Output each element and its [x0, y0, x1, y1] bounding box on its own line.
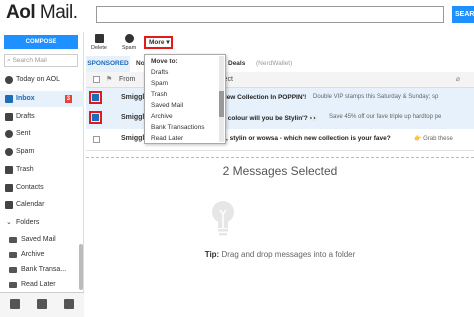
menu-item-read-later[interactable]: Read Later: [151, 135, 183, 142]
message-preview: 👉 Grab these: [414, 136, 453, 142]
menu-item-spam[interactable]: Spam: [151, 80, 168, 87]
contacts-icon: [5, 184, 13, 192]
sidebar-item-spam[interactable]: Spam: [0, 144, 84, 160]
search-input[interactable]: [96, 6, 444, 23]
message-subject: h colour will you be Stylin'? 👀: [222, 115, 318, 122]
aol-mail-logo[interactable]: Aol Mail.: [6, 2, 78, 24]
drafts-icon: [5, 113, 13, 121]
flag-icon[interactable]: ⚑: [106, 75, 112, 83]
inbox-icon: [5, 95, 13, 103]
unread-badge: 3: [64, 95, 72, 103]
menu-item-drafts[interactable]: Drafts: [151, 69, 168, 76]
aol-icon: [5, 76, 13, 84]
tab-nerdwallet[interactable]: (NerdWallet): [256, 56, 292, 72]
sidebar-item-calendar[interactable]: Calendar: [0, 197, 84, 213]
tip-text: Tip: Drag and drop messages into a folde…: [204, 250, 356, 259]
calendar-icon: [5, 201, 13, 209]
sidebar-item-saved-mail[interactable]: Saved Mail: [0, 232, 84, 248]
menu-scrollbar-thumb[interactable]: [219, 91, 224, 117]
attachment-icon: ⌀: [455, 76, 460, 83]
message-preview: Double VIP stamps this Saturday & Sunday…: [313, 94, 439, 100]
calendar-icon[interactable]: [37, 299, 47, 309]
folder-icon: [9, 267, 17, 273]
sidebar-item-read-later[interactable]: Read Later: [0, 277, 84, 293]
folder-icon: [9, 237, 17, 243]
trash-icon: [5, 166, 13, 174]
spam-button[interactable]: Spam: [118, 34, 140, 51]
tab-sponsored[interactable]: SPONSORED: [86, 56, 130, 72]
select-all-checkbox[interactable]: [93, 76, 100, 83]
top-bar: Aol Mail. SEAR: [0, 0, 474, 32]
row-checkbox[interactable]: [92, 94, 99, 101]
move-to-heading: Move to:: [151, 58, 178, 65]
trash-icon: [94, 34, 104, 43]
folder-icon: [9, 252, 17, 258]
delete-button[interactable]: Delete: [88, 34, 110, 51]
sidebar-item-today[interactable]: Today on AOL: [0, 72, 84, 88]
selection-count-title: 2 Messages Selected: [222, 164, 338, 178]
folder-icon: [9, 282, 17, 288]
contacts-card-icon[interactable]: [10, 299, 20, 309]
sidebar-item-sent[interactable]: Sent: [0, 126, 84, 142]
from-column-header[interactable]: From: [119, 76, 135, 83]
sidebar: COMPOSE ⌕ Search Mail Today on AOL Inbox…: [0, 32, 84, 317]
sent-icon: [5, 130, 13, 138]
spam-icon: [5, 148, 13, 156]
lightbulb-icon: [212, 201, 234, 236]
menu-item-saved-mail[interactable]: Saved Mail: [151, 102, 183, 109]
row-checkbox[interactable]: [92, 114, 99, 121]
sidebar-item-archive[interactable]: Archive: [0, 247, 84, 263]
sidebar-item-drafts[interactable]: Drafts: [0, 109, 84, 125]
sidebar-search-input[interactable]: ⌕ Search Mail: [4, 54, 78, 67]
menu-item-bank-transactions[interactable]: Bank Transactions: [151, 124, 204, 131]
row-checkbox[interactable]: [93, 136, 100, 143]
checkbox-highlight: [89, 91, 102, 104]
chevron-down-icon: ⌄: [6, 219, 12, 226]
sidebar-item-inbox[interactable]: Inbox 3: [0, 91, 84, 107]
sidebar-item-folders[interactable]: ⌄ Folders: [0, 215, 84, 231]
tab-deals[interactable]: Deals: [228, 56, 245, 72]
preview-pane: 2 Messages Selected Tip: Drag and drop m…: [86, 158, 474, 316]
move-to-menu: Move to: Drafts Spam Trash Saved Mail Ar…: [144, 54, 226, 144]
search-button[interactable]: SEAR: [452, 6, 474, 23]
more-button[interactable]: More ▾: [144, 36, 173, 49]
message-subject: n, stylin or wowsa - which new collectio…: [222, 135, 391, 142]
tasks-icon[interactable]: [64, 299, 74, 309]
menu-item-archive[interactable]: Archive: [151, 113, 173, 120]
menu-item-trash[interactable]: Trash: [151, 91, 167, 98]
message-subject: New Collection In POPPIN'!: [222, 94, 307, 101]
sidebar-bottom-bar: [0, 292, 84, 317]
sidebar-item-contacts[interactable]: Contacts: [0, 180, 84, 196]
spam-icon: [124, 34, 134, 43]
sidebar-item-bank-transactions[interactable]: Bank Transa...: [0, 262, 84, 278]
compose-button[interactable]: COMPOSE: [4, 35, 78, 49]
sidebar-scrollbar[interactable]: [79, 244, 83, 290]
sidebar-item-trash[interactable]: Trash: [0, 162, 84, 178]
message-preview: Save 45% off our fave triple up hardtop …: [329, 114, 442, 120]
checkbox-highlight: [89, 111, 102, 124]
